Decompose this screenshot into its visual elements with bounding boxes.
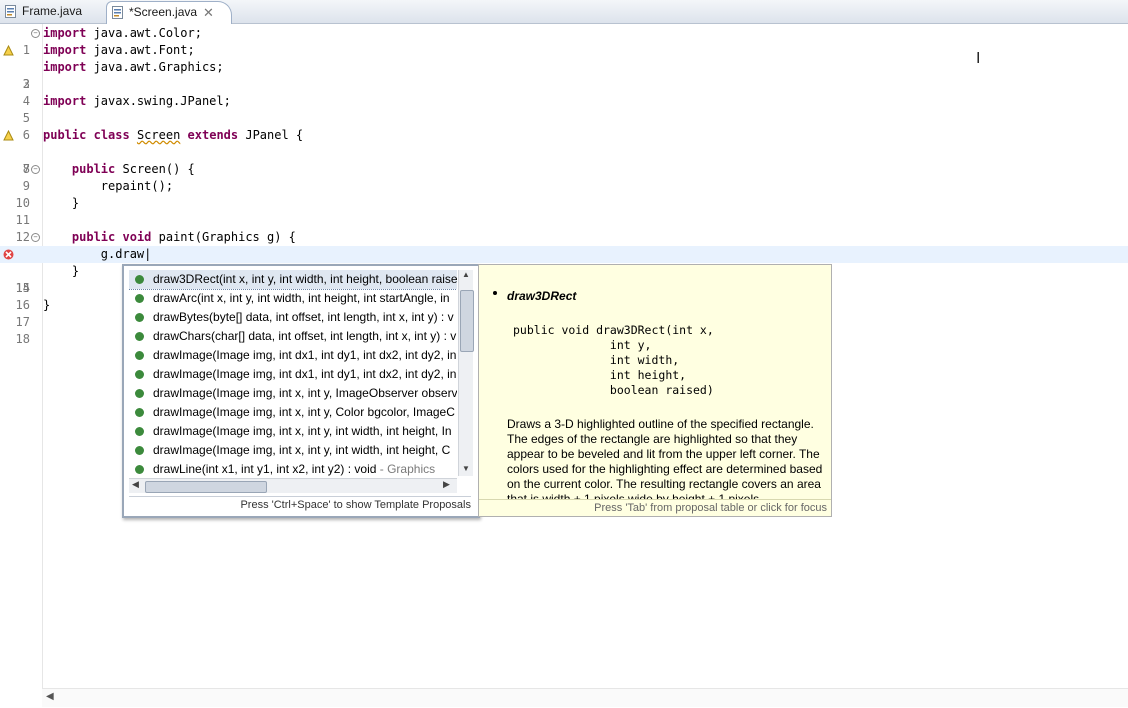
proposal-item[interactable]: drawArc(int x, int y, int width, int hei…	[129, 289, 457, 308]
code-line: 11 }	[0, 195, 1128, 227]
code-text: public void paint(Graphics g) {	[71, 230, 296, 244]
scroll-left-icon[interactable]: ◀	[46, 691, 54, 702]
proposal-item[interactable]: draw3DRect(int x, int y, int width, int …	[129, 270, 457, 290]
scroll-left-icon[interactable]: ◀	[132, 479, 139, 490]
tab-label: *Screen.java	[129, 5, 198, 19]
code-line: 2 import java.awt.Font;	[0, 42, 1128, 91]
proposal-item[interactable]: drawChars(char[] data, int offset, int l…	[129, 327, 457, 346]
text-cursor-icon: I	[976, 50, 981, 67]
code-line: 1 − import java.awt.Color;	[0, 25, 1128, 57]
code-text: }	[43, 196, 80, 210]
error-icon[interactable]	[3, 249, 14, 260]
doc-description: Draws a 3-D highlighted outline of the s…	[507, 417, 823, 506]
warning-icon[interactable]	[3, 130, 14, 141]
fold-minus-icon[interactable]: −	[31, 29, 40, 38]
scroll-thumb[interactable]	[460, 290, 474, 352]
proposal-item[interactable]: drawImage(Image img, int x, int y, Color…	[129, 403, 457, 422]
code-line: 4	[0, 76, 1128, 108]
code-line: 8	[0, 144, 1128, 176]
code-text: import java.awt.Graphics;	[43, 60, 224, 74]
code-text: g.draw|	[43, 247, 152, 261]
fold-minus-icon[interactable]: −	[31, 165, 40, 174]
line-number: 18	[15, 332, 30, 346]
bullet-icon	[493, 291, 497, 295]
doc-title: draw3DRect	[507, 289, 577, 303]
tab-frame-java[interactable]: Frame.java	[0, 1, 106, 22]
close-icon[interactable]: ✕	[203, 2, 214, 23]
code-text: public class Screen extends JPanel {	[43, 128, 304, 142]
code-line: 7 public class Screen extends JPanel {	[0, 127, 1128, 176]
code-line: 6	[0, 110, 1128, 142]
proposal-item[interactable]: drawImage(Image img, int x, int y, int w…	[129, 422, 457, 441]
proposal-vertical-scrollbar[interactable]: ▲ ▼	[458, 270, 474, 476]
scroll-thumb[interactable]	[145, 481, 267, 493]
editor-horizontal-scrollbar[interactable]: ◀	[42, 688, 1128, 707]
warning-icon[interactable]	[3, 45, 14, 56]
method-icon	[135, 465, 144, 474]
code-line: 12	[0, 212, 1128, 244]
proposal-item[interactable]: drawImage(Image img, int dx1, int dy1, i…	[129, 365, 457, 384]
java-file-icon	[112, 6, 123, 19]
javadoc-hover[interactable]: draw3DRect public void draw3DRect(int x,…	[478, 264, 832, 517]
code-text: import java.awt.Color;	[43, 26, 202, 40]
code-line: 3 import java.awt.Graphics;	[0, 59, 1128, 91]
method-icon	[135, 370, 144, 379]
tab-label: Frame.java	[22, 4, 83, 18]
code-line: 10 repaint();	[0, 178, 1128, 210]
proposal-item[interactable]: drawBytes(byte[] data, int offset, int l…	[129, 308, 457, 327]
proposal-footer: Press 'Ctrl+Space' to show Template Prop…	[129, 496, 471, 513]
code-line-current: 14 g.draw|	[0, 246, 1128, 295]
scroll-up-icon[interactable]: ▲	[462, 270, 470, 279]
code-text: import javax.swing.JPanel;	[43, 94, 231, 108]
method-icon	[135, 408, 144, 417]
doc-signature: public void draw3DRect(int x, int y, int…	[513, 323, 714, 397]
code-line: 13 − public void paint(Graphics g) {	[0, 229, 1128, 261]
code-text: repaint();	[43, 179, 174, 193]
method-icon	[135, 313, 144, 322]
fold-minus-icon[interactable]: −	[31, 233, 40, 242]
scroll-down-icon[interactable]: ▼	[462, 464, 470, 473]
method-icon	[135, 332, 144, 341]
method-icon	[135, 446, 144, 455]
proposal-horizontal-scrollbar[interactable]: ◀ ▶	[129, 478, 457, 493]
method-icon	[135, 427, 144, 436]
method-icon	[135, 275, 144, 284]
code-text: }	[43, 264, 80, 278]
proposal-item[interactable]: drawImage(Image img, int x, int y, int w…	[129, 441, 457, 460]
method-icon	[135, 389, 144, 398]
proposal-item[interactable]: drawImage(Image img, int dx1, int dy1, i…	[129, 346, 457, 365]
doc-footer: Press 'Tab' from proposal table or click…	[479, 499, 831, 516]
proposal-list[interactable]: draw3DRect(int x, int y, int width, int …	[129, 270, 457, 476]
tab-screen-java[interactable]: *Screen.java ✕	[106, 1, 232, 24]
content-assist-popup[interactable]: draw3DRect(int x, int y, int width, int …	[122, 264, 480, 518]
editor-tab-bar: Frame.java *Screen.java ✕	[0, 0, 1128, 24]
code-text: public Screen() {	[71, 162, 195, 176]
code-line: 5 import javax.swing.JPanel;	[0, 93, 1128, 125]
scroll-right-icon[interactable]: ▶	[443, 479, 450, 490]
proposal-item[interactable]: drawLine(int x1, int y1, int x2, int y2)…	[129, 460, 457, 476]
java-file-icon	[5, 5, 16, 18]
code-line: 9 − public Screen() {	[0, 161, 1128, 193]
method-icon	[135, 351, 144, 360]
code-text: import java.awt.Font;	[43, 43, 195, 57]
method-icon	[135, 294, 144, 303]
proposal-item[interactable]: drawImage(Image img, int x, int y, Image…	[129, 384, 457, 403]
code-text: }	[43, 298, 51, 312]
